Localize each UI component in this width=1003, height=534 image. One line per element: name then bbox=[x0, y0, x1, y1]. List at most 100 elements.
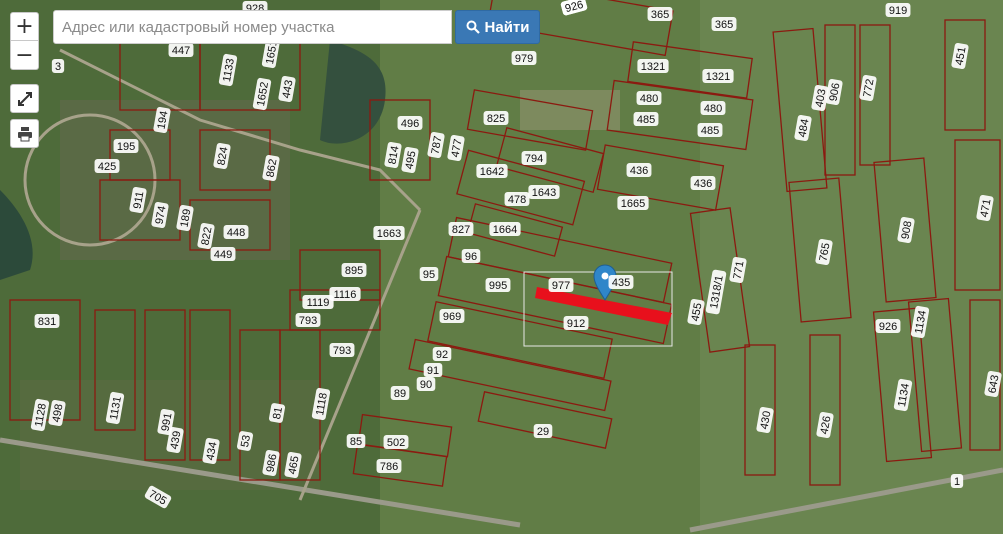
svg-text:29: 29 bbox=[537, 426, 549, 438]
parcel-label[interactable]: 979 bbox=[511, 51, 537, 65]
parcel-label[interactable]: 969 bbox=[439, 309, 465, 323]
satellite-map[interactable]: 9683653659791321132145148048040390677282… bbox=[0, 0, 1003, 534]
svg-text:449: 449 bbox=[214, 249, 232, 261]
parcel-label[interactable]: 1321 bbox=[637, 59, 669, 73]
svg-text:448: 448 bbox=[227, 227, 245, 239]
svg-text:53: 53 bbox=[239, 434, 253, 448]
parcel-label[interactable]: 831 bbox=[34, 314, 60, 328]
parcel-label[interactable]: 92 bbox=[432, 347, 452, 361]
svg-text:365: 365 bbox=[715, 19, 733, 31]
parcel-label[interactable]: 449 bbox=[210, 247, 236, 261]
parcel-label[interactable]: 1642 bbox=[476, 164, 508, 178]
parcel-label[interactable]: 1643 bbox=[528, 185, 560, 199]
svg-text:793: 793 bbox=[333, 345, 351, 357]
svg-text:485: 485 bbox=[637, 114, 655, 126]
svg-text:496: 496 bbox=[401, 118, 419, 130]
svg-text:912: 912 bbox=[567, 318, 585, 330]
zoom-in-button[interactable]: + bbox=[10, 12, 39, 41]
parcel-label[interactable]: 485 bbox=[633, 112, 659, 126]
parcel-label[interactable]: 435 bbox=[608, 275, 634, 289]
parcel-label[interactable]: 425 bbox=[94, 159, 120, 173]
parcel-label[interactable]: 89 bbox=[390, 386, 410, 400]
search-button[interactable]: Найти bbox=[455, 10, 540, 44]
parcel-label[interactable]: 90 bbox=[416, 377, 436, 391]
parcel-label[interactable]: 825 bbox=[483, 111, 509, 125]
parcel-label[interactable]: 365 bbox=[647, 7, 673, 21]
parcel-label[interactable]: 480 bbox=[636, 91, 662, 105]
svg-text:793: 793 bbox=[299, 315, 317, 327]
parcel-label[interactable]: 1664 bbox=[489, 222, 521, 236]
parcel-label[interactable]: 1116 bbox=[329, 287, 361, 301]
parcel-label[interactable]: 365 bbox=[711, 17, 737, 31]
printer-icon bbox=[17, 126, 32, 141]
svg-text:502: 502 bbox=[387, 437, 405, 449]
parcel-label[interactable]: 895 bbox=[341, 263, 367, 277]
parcel-label[interactable]: 912 bbox=[563, 316, 589, 330]
svg-text:480: 480 bbox=[640, 93, 658, 105]
parcel-label[interactable]: 3 bbox=[51, 59, 65, 73]
svg-text:3: 3 bbox=[55, 61, 61, 73]
svg-text:919: 919 bbox=[889, 5, 907, 17]
parcel-label[interactable]: 485 bbox=[697, 123, 723, 137]
parcel-label[interactable]: 480 bbox=[700, 101, 726, 115]
print-button[interactable] bbox=[10, 119, 39, 148]
parcel-label[interactable]: 448 bbox=[223, 225, 249, 239]
svg-text:195: 195 bbox=[117, 141, 135, 153]
parcel-label[interactable]: 977 bbox=[548, 278, 574, 292]
svg-text:1116: 1116 bbox=[334, 289, 357, 301]
parcel-label[interactable]: 436 bbox=[690, 176, 716, 190]
search-input[interactable] bbox=[53, 10, 452, 44]
parcel-label[interactable]: 793 bbox=[295, 313, 321, 327]
svg-text:1664: 1664 bbox=[493, 224, 517, 236]
fullscreen-button[interactable] bbox=[10, 84, 39, 113]
parcel-label[interactable]: 1 bbox=[950, 474, 964, 488]
svg-text:478: 478 bbox=[508, 194, 526, 206]
parcel-label[interactable]: 29 bbox=[533, 424, 553, 438]
svg-text:895: 895 bbox=[345, 265, 363, 277]
svg-text:831: 831 bbox=[38, 316, 56, 328]
parcel-label[interactable]: 919 bbox=[885, 3, 911, 17]
parcel-label[interactable]: 793 bbox=[329, 343, 355, 357]
svg-text:435: 435 bbox=[612, 277, 630, 289]
parcel-label[interactable]: 1663 bbox=[373, 226, 405, 240]
parcel-label[interactable]: 478 bbox=[504, 192, 530, 206]
parcel-label[interactable]: 1665 bbox=[617, 196, 649, 210]
svg-text:969: 969 bbox=[443, 311, 461, 323]
svg-text:90: 90 bbox=[420, 379, 432, 391]
parcel-label[interactable]: 995 bbox=[485, 278, 511, 292]
parcel-label[interactable]: 95 bbox=[419, 267, 439, 281]
svg-text:1663: 1663 bbox=[377, 228, 401, 240]
parcel-label[interactable]: 1119 bbox=[302, 295, 334, 309]
parcel-label[interactable]: 794 bbox=[521, 151, 547, 165]
svg-text:485: 485 bbox=[701, 125, 719, 137]
svg-text:91: 91 bbox=[427, 365, 439, 377]
svg-text:926: 926 bbox=[879, 321, 897, 333]
expand-icon bbox=[17, 91, 32, 106]
search-button-label: Найти bbox=[484, 18, 530, 36]
parcel-label[interactable]: 926 bbox=[875, 319, 901, 333]
parcel-label[interactable]: 96 bbox=[461, 249, 481, 263]
svg-text:85: 85 bbox=[350, 436, 362, 448]
svg-text:1321: 1321 bbox=[641, 61, 665, 73]
parcel-label[interactable]: 91 bbox=[423, 363, 443, 377]
svg-text:480: 480 bbox=[704, 103, 722, 115]
parcel-label[interactable]: 195 bbox=[113, 139, 139, 153]
svg-text:1119: 1119 bbox=[307, 297, 330, 309]
search-icon bbox=[466, 20, 480, 34]
zoom-out-button[interactable]: − bbox=[10, 41, 39, 70]
svg-text:977: 977 bbox=[552, 280, 570, 292]
svg-text:786: 786 bbox=[380, 461, 398, 473]
parcel-label[interactable]: 1321 bbox=[702, 69, 734, 83]
svg-text:89: 89 bbox=[394, 388, 406, 400]
parcel-label[interactable]: 502 bbox=[383, 435, 409, 449]
svg-text:96: 96 bbox=[465, 251, 477, 263]
svg-text:81: 81 bbox=[271, 406, 285, 420]
parcel-label[interactable]: 827 bbox=[448, 222, 474, 236]
svg-text:365: 365 bbox=[651, 9, 669, 21]
svg-text:436: 436 bbox=[630, 165, 648, 177]
parcel-label[interactable]: 786 bbox=[376, 459, 402, 473]
parcel-label[interactable]: 447 bbox=[168, 43, 194, 57]
parcel-label[interactable]: 436 bbox=[626, 163, 652, 177]
parcel-label[interactable]: 85 bbox=[346, 434, 366, 448]
parcel-label[interactable]: 496 bbox=[397, 116, 423, 130]
